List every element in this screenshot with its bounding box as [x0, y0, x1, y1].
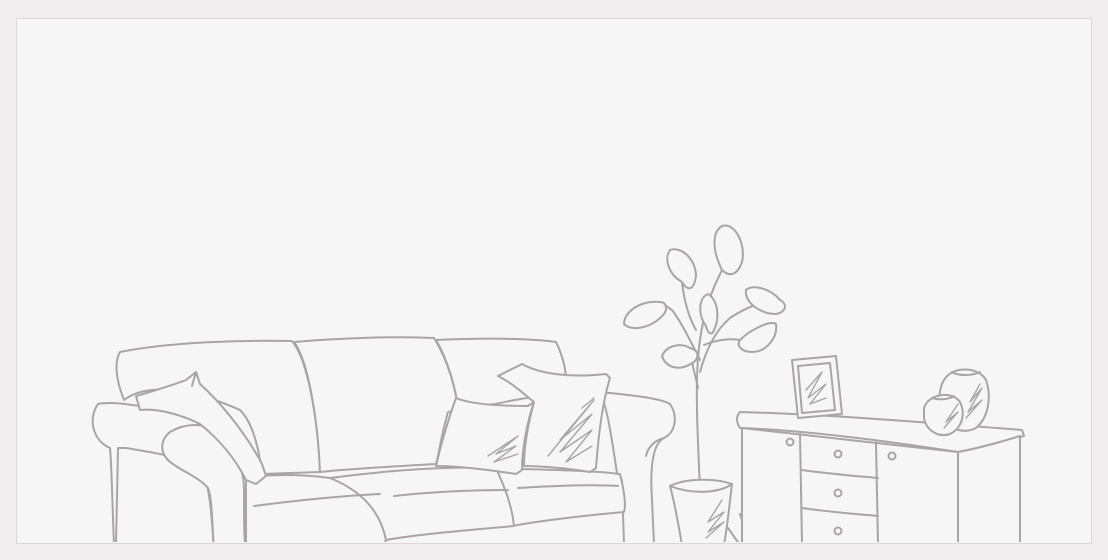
sideboard-knob [833, 488, 843, 498]
sideboard [736, 411, 1025, 542]
plant-leaf [744, 286, 786, 315]
sideboard-knob [785, 437, 795, 447]
sideboard-knob [833, 526, 843, 536]
plant-leaf [661, 344, 699, 369]
living-room-illustration [91, 224, 1025, 542]
picture-frame [791, 355, 843, 419]
sideboard-knob [887, 451, 897, 461]
sideboard-knob [833, 449, 843, 459]
plant-leaf [666, 248, 697, 290]
plant-leaf [737, 322, 778, 353]
plant-leaf [713, 224, 744, 276]
plant-leaf [623, 300, 668, 330]
vase-small [923, 393, 964, 436]
sofa-back-middle [293, 336, 459, 473]
